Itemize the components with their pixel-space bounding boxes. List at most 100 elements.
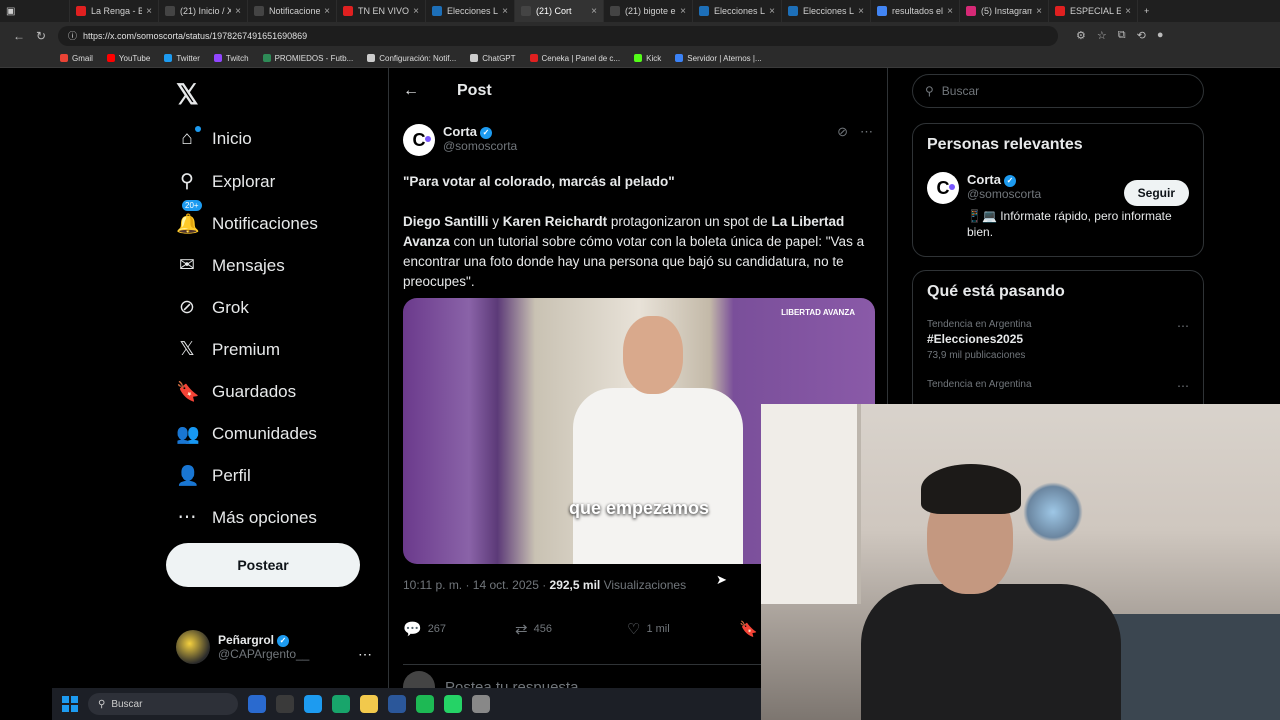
- bookmark-label: Twitch: [225, 53, 249, 63]
- bookmark-item[interactable]: Twitch: [213, 53, 249, 63]
- browser-tab[interactable]: (21) bigote en ×: [604, 0, 693, 22]
- close-icon[interactable]: ×: [1125, 6, 1131, 17]
- close-icon[interactable]: ×: [858, 6, 864, 17]
- taskbar-app-icon[interactable]: [360, 695, 378, 713]
- bookmark-item[interactable]: Configuración: Notif...: [367, 54, 456, 63]
- nav-item-explore[interactable]: ⚲ Explorar: [176, 170, 275, 193]
- collections-icon[interactable]: ⧉: [1118, 29, 1126, 42]
- bookmark-item[interactable]: Servidor | Aternos |...: [675, 54, 762, 63]
- bookmark-item[interactable]: Twitter: [164, 54, 200, 63]
- back-arrow-icon[interactable]: ←: [403, 82, 419, 100]
- nav-item-messages[interactable]: ✉ Mensajes: [176, 254, 285, 277]
- grok-icon[interactable]: ⊘: [837, 124, 848, 140]
- nav-label: Más opciones: [212, 507, 317, 527]
- post-button[interactable]: Postear: [166, 543, 360, 587]
- close-icon[interactable]: ×: [324, 6, 330, 17]
- browser-tab[interactable]: TN EN VIVO - ×: [337, 0, 426, 22]
- account-switcher[interactable]: Peñargrol ✓ @CAPArgento__: [176, 630, 309, 664]
- relevant-handle[interactable]: @somoscorta: [967, 187, 1041, 201]
- author-name[interactable]: Corta: [443, 124, 477, 139]
- browser-tab[interactable]: ESPECIAL ELEC ×: [1049, 0, 1138, 22]
- close-icon[interactable]: ×: [947, 6, 953, 17]
- nav-item-bookmarks[interactable]: 🔖 Guardados: [176, 380, 296, 404]
- tab-actions-icon[interactable]: ▣: [0, 0, 70, 22]
- author-handle[interactable]: @somoscorta: [443, 139, 517, 153]
- history-icon[interactable]: ⟲: [1137, 29, 1146, 42]
- browser-tab[interactable]: Notificaciones ×: [248, 0, 337, 22]
- search-input[interactable]: ⚲ Buscar: [912, 74, 1204, 108]
- repost-button[interactable]: ⇄ 456: [515, 620, 627, 638]
- browser-tab[interactable]: (21) Inicio / X ×: [159, 0, 248, 22]
- bookmark-item[interactable]: Gmail: [60, 54, 93, 63]
- nav-item-communities[interactable]: 👥 Comunidades: [176, 422, 317, 446]
- nav-item-notifications[interactable]: 🔔 20+ Notificaciones: [176, 200, 318, 236]
- site-info-icon[interactable]: ⓘ: [68, 29, 77, 42]
- tab-label: (5) Instagram: [981, 6, 1033, 16]
- taskbar-app-icon[interactable]: [332, 695, 350, 713]
- browser-tab[interactable]: (5) Instagram ×: [960, 0, 1049, 22]
- taskbar-app-icon[interactable]: [388, 695, 406, 713]
- bookmark-item[interactable]: ChatGPT: [470, 53, 516, 63]
- taskbar-app-icon[interactable]: [248, 695, 266, 713]
- more-options-icon[interactable]: ⋯: [1177, 379, 1189, 393]
- close-icon[interactable]: ×: [413, 6, 419, 17]
- post-headline: "Para votar al colorado, marcás al pelad…: [403, 174, 675, 189]
- taskbar-app-icon[interactable]: [444, 695, 462, 713]
- taskbar-app-icon[interactable]: [276, 695, 294, 713]
- bookmark-item[interactable]: Kick: [634, 54, 661, 63]
- bookmark-label: YouTube: [118, 53, 151, 63]
- more-options-icon[interactable]: ⋯: [1177, 319, 1189, 333]
- nav-label: Notificaciones: [212, 214, 318, 233]
- browser-tab[interactable]: La Renga - Bal ×: [70, 0, 159, 22]
- extensions-icon[interactable]: ⚙: [1076, 29, 1086, 42]
- account-avatar-icon[interactable]: ●: [1157, 29, 1164, 42]
- browser-tab[interactable]: Elecciones Leg×: [782, 0, 871, 22]
- more-options-icon[interactable]: ⋯: [860, 124, 873, 140]
- new-tab-button[interactable]: +: [1138, 0, 1168, 22]
- x-logo-icon[interactable]: 𝕏: [176, 78, 199, 111]
- taskbar-app-icon[interactable]: [472, 695, 490, 713]
- close-icon[interactable]: ×: [1036, 6, 1042, 17]
- close-icon[interactable]: ×: [235, 6, 241, 17]
- browser-tab[interactable]: resultados ele ×: [871, 0, 960, 22]
- windows-start-icon[interactable]: [62, 696, 78, 712]
- bookmark-item[interactable]: YouTube: [106, 53, 151, 63]
- trend-context: Tendencia en Argentina: [927, 379, 1032, 390]
- browser-tab[interactable]: Elecciones Leg×: [693, 0, 782, 22]
- author-avatar[interactable]: C: [403, 124, 435, 156]
- bookmark-label: ChatGPT: [482, 53, 516, 63]
- reply-placeholder[interactable]: Postea tu respuesta: [445, 679, 578, 689]
- like-button[interactable]: ♡ 1 mil: [627, 620, 739, 638]
- follow-button[interactable]: Seguir: [1123, 180, 1189, 206]
- account-more-icon[interactable]: ⋯: [358, 646, 372, 663]
- bookmark-item[interactable]: PROMIEDOS - Futb...: [262, 54, 353, 63]
- close-icon[interactable]: ×: [591, 6, 597, 17]
- favorites-icon[interactable]: ☆: [1097, 29, 1107, 42]
- close-icon[interactable]: ×: [769, 6, 775, 17]
- nav-item-home[interactable]: ⌂ Inicio: [176, 126, 252, 150]
- url-field[interactable]: ⓘ https://x.com/somoscorta/status/197826…: [58, 25, 1058, 46]
- post-header: ← Post: [403, 82, 492, 100]
- nav-item-more[interactable]: ⋯ Más opciones: [176, 506, 317, 529]
- browser-tab[interactable]: (21) Cort ×: [515, 0, 604, 22]
- taskbar-search[interactable]: ⚲ Buscar: [88, 693, 238, 715]
- bookmark-item[interactable]: Ceneka | Panel de c...: [529, 54, 620, 63]
- close-icon[interactable]: ×: [502, 6, 508, 17]
- close-icon[interactable]: ×: [146, 6, 152, 17]
- nav-item-premium[interactable]: 𝕏 Premium: [176, 338, 280, 361]
- author-avatar[interactable]: C: [927, 172, 959, 204]
- reload-icon[interactable]: ↻: [30, 29, 52, 43]
- browser-tab[interactable]: Elecciones Leg×: [426, 0, 515, 22]
- nav-label: Mensajes: [212, 255, 285, 275]
- back-icon[interactable]: ←: [8, 29, 30, 43]
- trend-item[interactable]: Tendencia en Argentina #Elecciones2025 7…: [927, 319, 1189, 361]
- taskbar-app-icon[interactable]: [304, 695, 322, 713]
- close-icon[interactable]: ×: [680, 6, 686, 17]
- reply-button[interactable]: 💬 267: [403, 620, 515, 638]
- post-time[interactable]: 10:11 p. m. · 14 oct. 2025 ·: [403, 578, 550, 592]
- relevant-name[interactable]: Corta: [967, 172, 1001, 187]
- nav-item-grok[interactable]: ⊘ Grok: [176, 296, 249, 319]
- trend-item[interactable]: Tendencia en Argentina ⋯: [927, 379, 1189, 393]
- nav-item-profile[interactable]: 👤 Perfil: [176, 464, 251, 488]
- taskbar-app-icon[interactable]: [416, 695, 434, 713]
